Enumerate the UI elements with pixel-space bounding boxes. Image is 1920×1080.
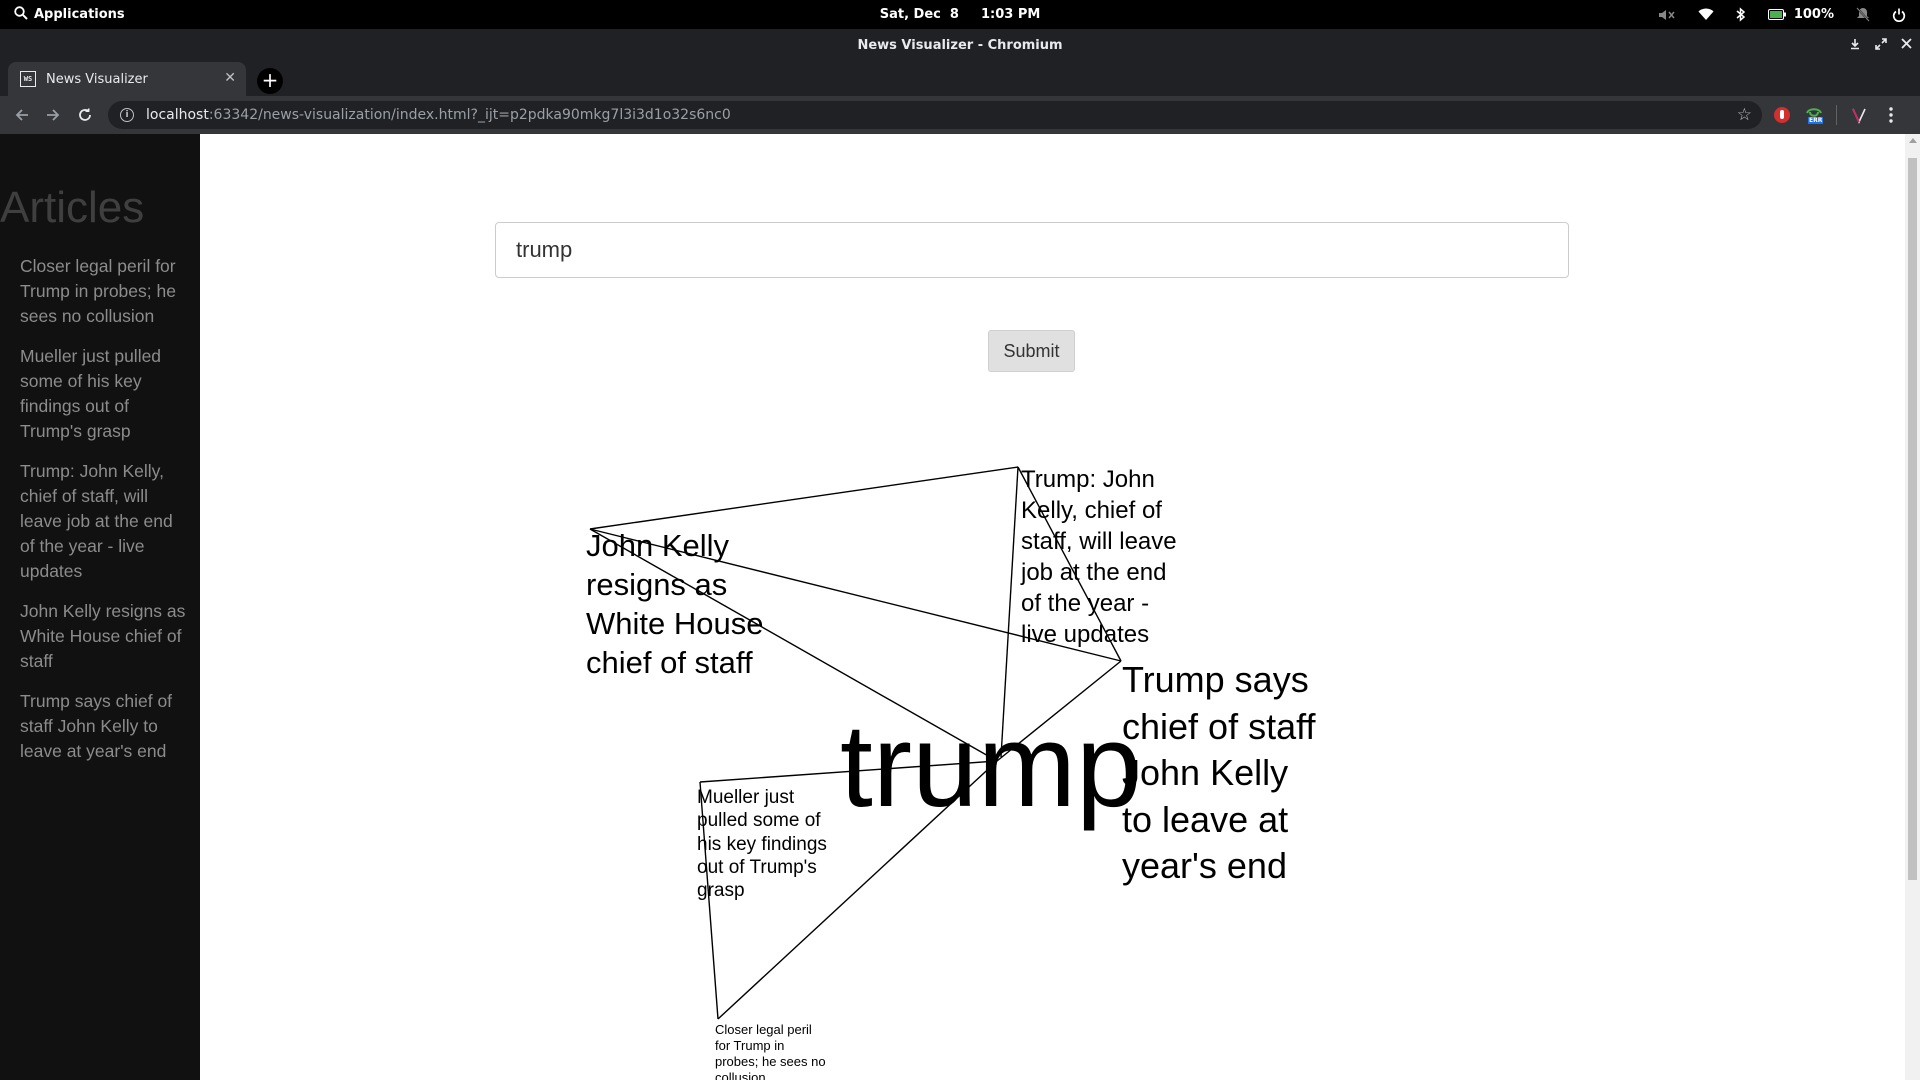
- graph-node-line: Trump: John: [1021, 466, 1155, 493]
- graph-node-line: chief of staff: [586, 645, 753, 680]
- system-top-bar: Applications Sat, Dec 8 1:03 PM 100%: [0, 0, 1920, 29]
- battery-status[interactable]: 100%: [1767, 7, 1834, 22]
- graph-node-line: year's end: [1122, 845, 1287, 886]
- graph-node-line: for Trump in: [715, 1038, 784, 1053]
- graph-node[interactable]: Closer legal peril for Trump in probes; …: [715, 1022, 829, 1080]
- tab-strip: WS News Visualizer ✕ +: [0, 62, 1920, 96]
- bluetooth-icon[interactable]: [1736, 7, 1746, 22]
- window-title-bar[interactable]: News Visualizer - Chromium: [0, 29, 1920, 62]
- graph-node-line: out of Trump's: [697, 857, 817, 878]
- article-link[interactable]: Closer legal peril for Trump in probes; …: [20, 254, 192, 329]
- scrollbar-thumb[interactable]: [1908, 158, 1917, 880]
- graph-node-line: John Kelly: [1122, 752, 1288, 793]
- graph-node[interactable]: Trump says chief of staff John Kelly to …: [1122, 659, 1325, 886]
- graph-node-line: resigns as: [586, 567, 727, 602]
- window-controls: [1849, 29, 1912, 62]
- reload-icon[interactable]: [72, 102, 98, 128]
- article-link[interactable]: Mueller just pulled some of his key find…: [20, 344, 192, 444]
- graph-node-line: John Kelly: [586, 528, 730, 563]
- article-list: Closer legal peril for Trump in probes; …: [20, 254, 192, 779]
- wifi-icon[interactable]: [1698, 8, 1714, 21]
- url-host: localhost: [146, 107, 209, 123]
- download-icon[interactable]: [1849, 38, 1861, 54]
- graph-node-line: pulled some of: [697, 810, 821, 831]
- graph-node-line: probes; he sees no: [715, 1054, 826, 1069]
- system-tray[interactable]: 100%: [1658, 0, 1906, 29]
- clock-time: 1:03 PM: [980, 7, 1041, 22]
- star-icon[interactable]: ☆: [1737, 105, 1752, 125]
- search-icon: [14, 5, 28, 24]
- back-icon[interactable]: [9, 102, 35, 128]
- window-title: News Visualizer - Chromium: [857, 38, 1063, 53]
- submit-button[interactable]: Submit: [988, 330, 1075, 372]
- vim-extension-icon[interactable]: [1849, 105, 1869, 125]
- graph-node[interactable]: John Kelly resigns as White House chief …: [586, 528, 772, 680]
- graph-node-line: collusion: [715, 1070, 766, 1080]
- graph-node[interactable]: Mueller just pulled some of his key find…: [697, 787, 832, 901]
- tab-title: News Visualizer: [46, 71, 148, 87]
- graph-node-line: chief of staff: [1122, 706, 1316, 747]
- notifications-off-icon[interactable]: [1856, 7, 1870, 22]
- tab-favicon: WS: [20, 71, 36, 87]
- clock-date: Sat, Dec 8: [879, 7, 959, 22]
- menu-icon[interactable]: [1881, 105, 1901, 125]
- article-link[interactable]: Trump says chief of staff John Kelly to …: [20, 689, 192, 764]
- search-input[interactable]: [495, 222, 1569, 278]
- clock[interactable]: Sat, Dec 8 1:03 PM: [0, 0, 1920, 29]
- close-icon[interactable]: [1901, 38, 1912, 53]
- restore-icon[interactable]: [1875, 37, 1887, 54]
- address-bar[interactable]: i localhost:63342/news-visualization/ind…: [108, 101, 1762, 129]
- tab-close-icon[interactable]: ✕: [224, 70, 236, 86]
- graph-node-line: Closer legal peril: [715, 1022, 812, 1037]
- toolbar-divider: [1836, 105, 1837, 125]
- info-icon[interactable]: i: [120, 108, 134, 122]
- graph-edge: [589, 466, 1019, 530]
- graph-center-word[interactable]: trump: [840, 700, 1142, 832]
- graph-node-line: White House: [586, 606, 763, 641]
- extensions-area: ERR: [1772, 102, 1901, 128]
- article-link[interactable]: Trump: John Kelly, chief of staff, will …: [20, 459, 192, 584]
- page-viewport: Articles Closer legal peril for Trump in…: [0, 134, 1920, 1080]
- new-tab-button[interactable]: +: [257, 68, 283, 94]
- applications-label: Applications: [34, 7, 125, 22]
- browser-toolbar: i localhost:63342/news-visualization/ind…: [0, 96, 1920, 134]
- battery-icon: [1767, 9, 1786, 20]
- extension-error-badge: ERR: [1808, 117, 1824, 124]
- error-extension-icon[interactable]: ERR: [1804, 105, 1824, 125]
- page-scrollbar[interactable]: [1905, 134, 1920, 1080]
- adblock-extension-icon[interactable]: [1772, 105, 1792, 125]
- graph-node[interactable]: Trump: John Kelly, chief of staff, will …: [1020, 466, 1183, 648]
- power-icon[interactable]: [1892, 8, 1906, 22]
- graph-node-line: of the year -: [1021, 590, 1149, 617]
- forward-icon[interactable]: [40, 102, 66, 128]
- graph-node-line: to leave at: [1122, 799, 1288, 840]
- graph-node-line: Mueller just: [697, 787, 795, 808]
- graph-node-line: live updates: [1021, 621, 1149, 648]
- tab-news-visualizer[interactable]: WS News Visualizer ✕: [8, 62, 246, 96]
- article-link[interactable]: John Kelly resigns as White House chief …: [20, 599, 192, 674]
- battery-percent: 100%: [1793, 7, 1834, 22]
- sidebar-title: Articles: [0, 183, 145, 232]
- graph-node-line: grasp: [697, 880, 745, 901]
- graph-node-line: staff, will leave: [1021, 528, 1177, 555]
- applications-menu[interactable]: Applications: [14, 0, 125, 29]
- graph-node-line: Trump says: [1122, 659, 1309, 700]
- graph-node-line: Kelly, chief of: [1021, 497, 1162, 524]
- scroll-up-arrow[interactable]: [1909, 138, 1917, 143]
- volume-muted-icon[interactable]: [1658, 8, 1676, 22]
- graph-node-line: job at the end: [1020, 559, 1166, 586]
- url-path: :63342/news-visualization/index.html?_ij…: [208, 107, 731, 123]
- articles-sidebar: Articles Closer legal peril for Trump in…: [0, 134, 200, 1080]
- graph-node-line: his key findings: [697, 834, 827, 855]
